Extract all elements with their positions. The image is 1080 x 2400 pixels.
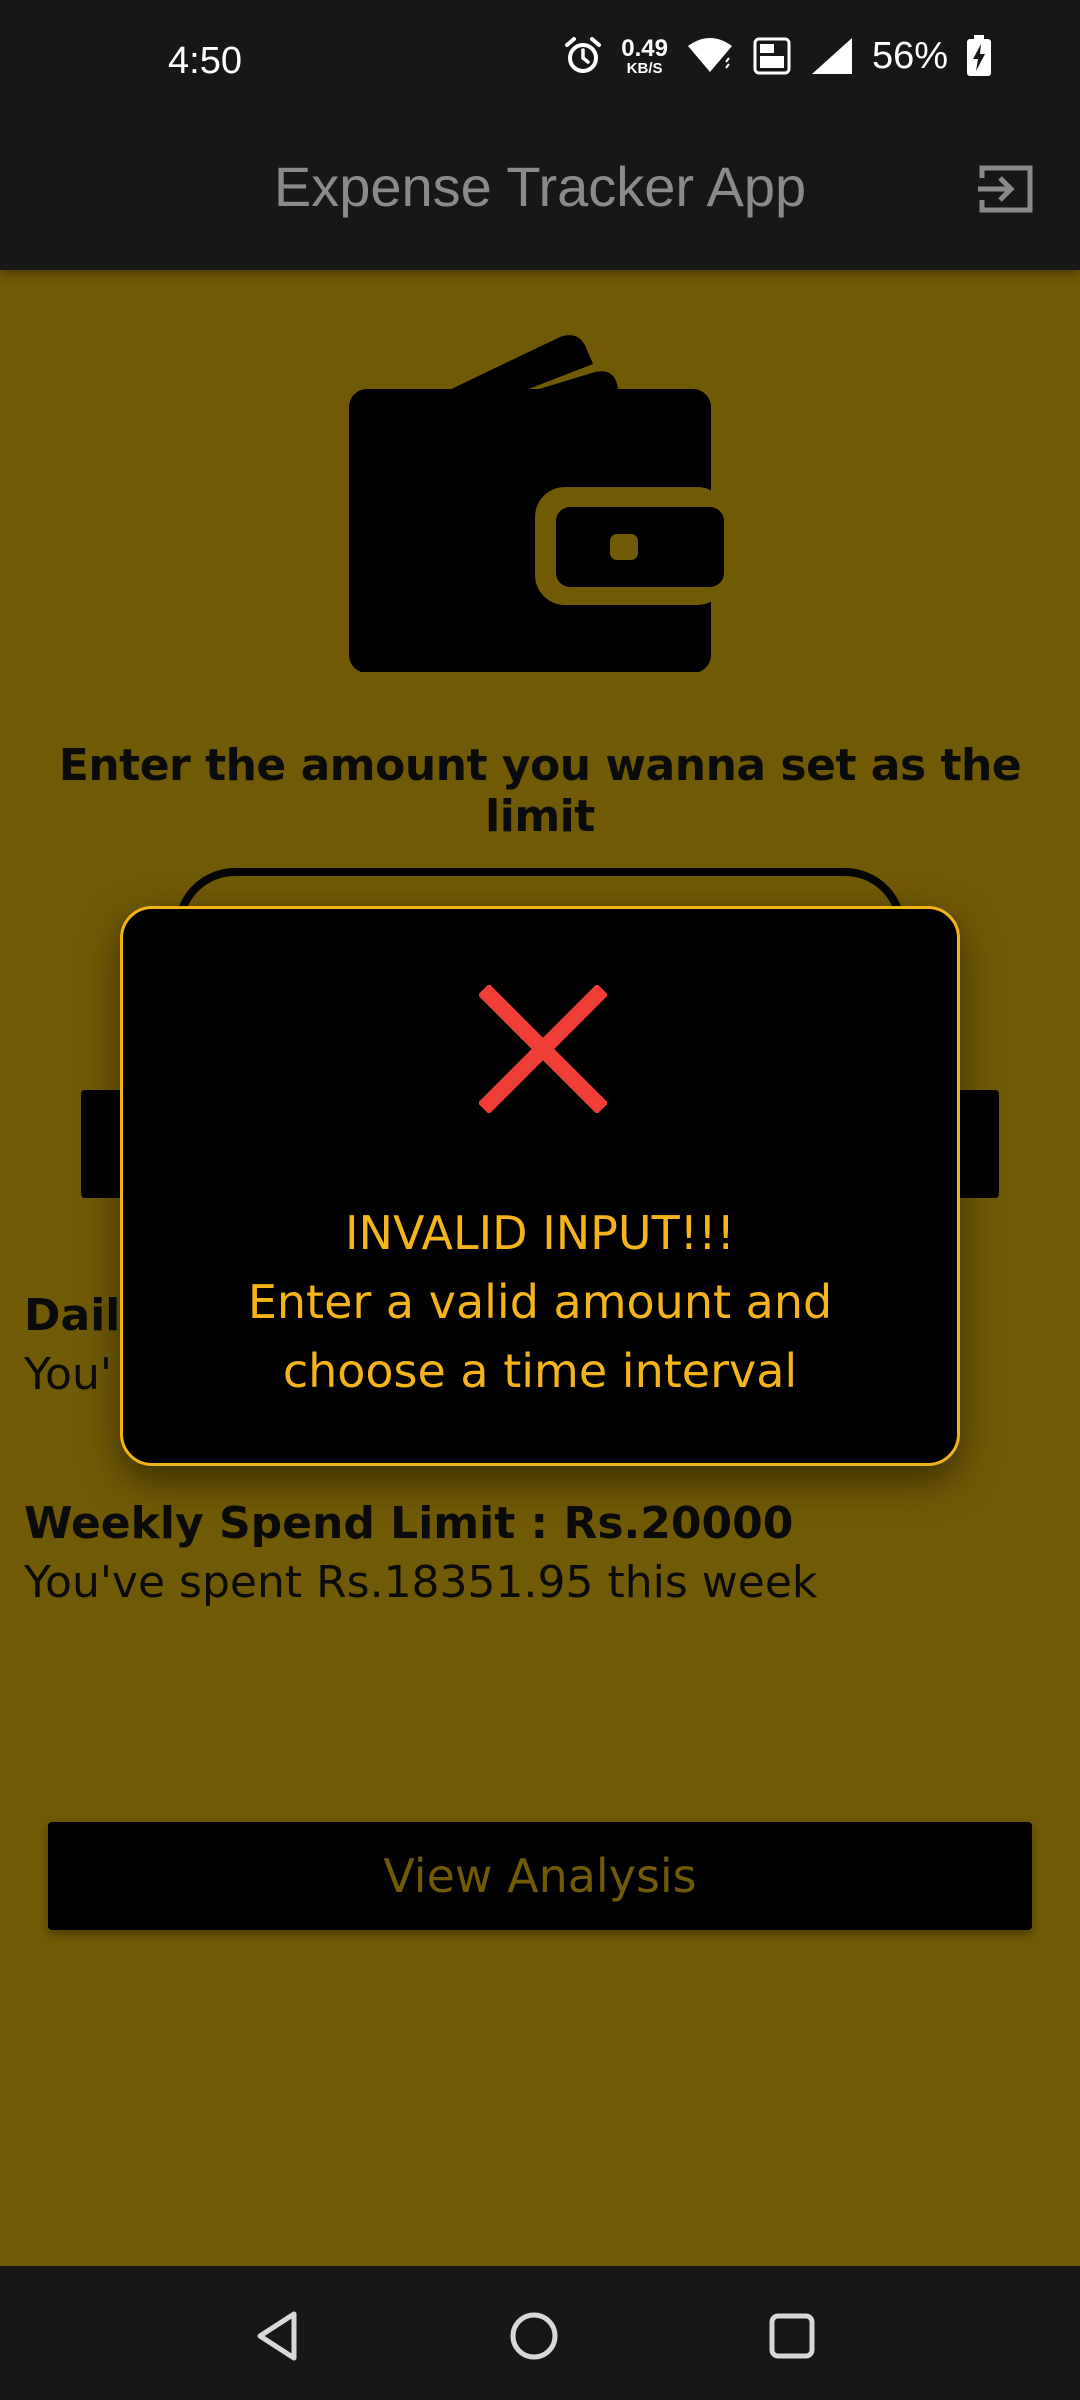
network-speed-unit: KB/S — [626, 59, 663, 77]
back-icon[interactable] — [250, 2308, 306, 2364]
error-line-1: Enter a valid amount and — [247, 1275, 833, 1329]
close-x-icon — [479, 985, 607, 1113]
weekly-summary: Weekly Spend Limit : Rs.20000 You've spe… — [24, 1498, 817, 1608]
weekly-spent-text: You've spent Rs.18351.95 this week — [24, 1557, 818, 1608]
limit-prompt: Enter the amount you wanna set as the li… — [58, 740, 1022, 842]
weekly-limit-title: Weekly Spend Limit : Rs.20000 — [24, 1498, 794, 1549]
network-speed: 0.49 KB/S — [621, 34, 668, 77]
status-bar: 4:50 0.49 KB/S 56% — [0, 0, 1080, 104]
app-title: Expense Tracker App — [273, 155, 807, 218]
signal-icon — [811, 38, 852, 74]
error-title: INVALID INPUT!!! — [344, 1206, 735, 1260]
logout-icon[interactable] — [976, 162, 1036, 216]
error-message: INVALID INPUT!!! Enter a valid amount an… — [123, 1199, 957, 1406]
recents-icon[interactable] — [764, 2308, 820, 2364]
battery-charging-icon — [967, 35, 991, 76]
network-speed-value: 0.49 — [621, 34, 668, 62]
status-icons: 0.49 KB/S 56% — [563, 28, 992, 84]
battery-percent: 56% — [871, 34, 948, 77]
volte-icon — [753, 37, 791, 75]
wallet-icon — [349, 335, 727, 672]
home-icon[interactable] — [506, 2308, 562, 2364]
view-analysis-button[interactable]: View Analysis — [48, 1822, 1032, 1930]
app-bar: Expense Tracker App — [0, 104, 1080, 270]
error-line-2: choose a time interval — [282, 1344, 798, 1398]
status-time: 4:50 — [168, 40, 242, 82]
wifi-icon — [687, 38, 732, 72]
alarm-icon — [565, 37, 602, 73]
navigation-bar — [0, 2266, 1080, 2400]
error-dialog: INVALID INPUT!!! Enter a valid amount an… — [120, 906, 960, 1466]
